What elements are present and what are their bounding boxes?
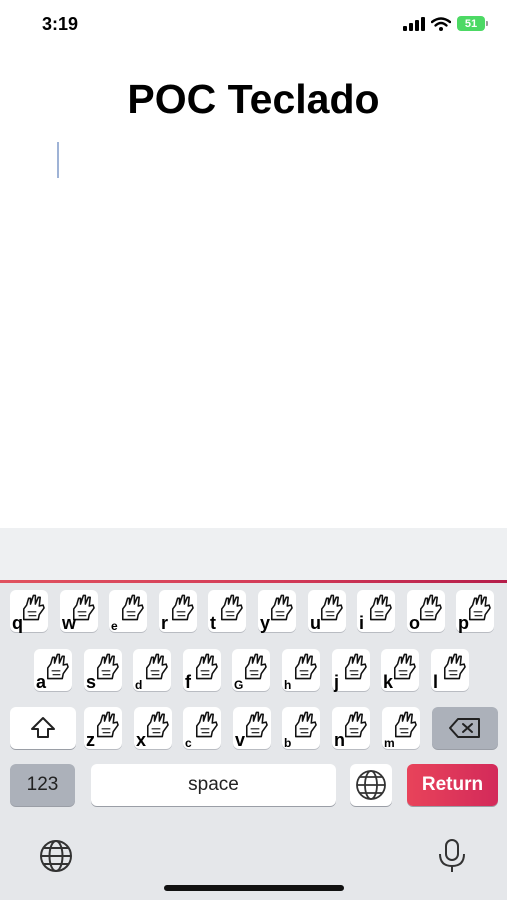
key-i[interactable]: i — [357, 590, 395, 632]
key-s[interactable]: s — [84, 649, 122, 691]
key-d[interactable]: d — [133, 649, 171, 691]
key-label: i — [359, 613, 365, 633]
key-label: m — [384, 736, 395, 750]
space-key[interactable]: space — [91, 764, 336, 806]
key-label: p — [458, 613, 469, 633]
text-cursor[interactable] — [57, 142, 59, 178]
hand-sign-icon — [443, 653, 466, 680]
battery-level: 51 — [464, 17, 478, 30]
key-v[interactable]: v — [233, 707, 271, 749]
key-label: u — [310, 613, 321, 633]
key-o[interactable]: o — [407, 590, 445, 632]
key-q[interactable]: q — [10, 590, 48, 632]
hand-sign-icon — [294, 653, 317, 680]
key-label: o — [409, 613, 420, 633]
status-bar: 3:19 51 — [0, 0, 507, 50]
key-h[interactable]: h — [282, 649, 320, 691]
hand-sign-icon — [220, 594, 243, 621]
key-e[interactable]: e — [109, 590, 147, 632]
numbers-key[interactable]: 123 — [10, 764, 75, 806]
key-y[interactable]: y — [258, 590, 296, 632]
key-g[interactable]: G — [232, 649, 270, 691]
key-f[interactable]: f — [183, 649, 221, 691]
key-label: G — [234, 678, 244, 692]
key-b[interactable]: b — [282, 707, 320, 749]
key-label: r — [161, 613, 169, 633]
signal-icon — [403, 16, 425, 31]
keyboard: q w e r t y u i o p a s d f Gh j k l z x c v b n m 123 space Ret… — [0, 528, 507, 900]
key-k[interactable]: k — [381, 649, 419, 691]
battery-indicator: 51 — [457, 16, 488, 31]
hand-sign-icon — [244, 653, 267, 680]
hand-sign-icon — [394, 711, 417, 738]
key-label: h — [284, 678, 292, 692]
shift-icon — [31, 717, 55, 738]
key-c[interactable]: c — [183, 707, 221, 749]
globe-icon — [356, 770, 386, 800]
keyboard-switch-button[interactable] — [38, 838, 74, 879]
page-title: POC Teclado — [127, 76, 380, 122]
wifi-icon — [431, 16, 451, 31]
key-label: c — [185, 736, 192, 750]
home-indicator[interactable] — [164, 885, 344, 891]
key-label: v — [235, 730, 246, 750]
key-label: f — [185, 672, 191, 692]
key-label: j — [334, 672, 340, 692]
globe-key[interactable] — [350, 764, 392, 806]
key-label: w — [62, 613, 77, 633]
key-z[interactable]: z — [84, 707, 122, 749]
hand-sign-icon — [96, 711, 119, 738]
hand-sign-icon — [121, 594, 144, 621]
shift-key[interactable] — [10, 707, 76, 749]
microphone-icon — [439, 839, 465, 872]
key-label: s — [86, 672, 97, 692]
key-label: x — [136, 730, 147, 750]
key-label: n — [334, 730, 345, 750]
dictation-button[interactable] — [437, 838, 467, 879]
status-icons: 51 — [403, 16, 488, 31]
key-j[interactable]: j — [332, 649, 370, 691]
status-time: 3:19 — [42, 14, 79, 34]
key-r[interactable]: r — [159, 590, 197, 632]
key-label: z — [86, 730, 95, 750]
key-x[interactable]: x — [134, 707, 172, 749]
key-n[interactable]: n — [332, 707, 370, 749]
hand-sign-icon — [195, 711, 218, 738]
key-label: k — [383, 672, 394, 692]
backspace-icon — [449, 718, 480, 738]
key-label: d — [135, 678, 143, 692]
key-label: y — [260, 613, 271, 633]
key-a[interactable]: a — [34, 649, 72, 691]
key-label: q — [12, 613, 23, 633]
hand-sign-icon — [145, 653, 168, 680]
keyboard-accent-line — [0, 580, 507, 583]
key-label: e — [111, 619, 118, 633]
backspace-key[interactable] — [432, 707, 498, 749]
key-w[interactable]: w — [60, 590, 98, 632]
key-label: b — [284, 736, 292, 750]
key-label: a — [36, 672, 47, 692]
hand-sign-icon — [344, 653, 367, 680]
return-key[interactable]: Return — [407, 764, 498, 806]
key-l[interactable]: l — [431, 649, 469, 691]
key-label: l — [433, 672, 439, 692]
hand-sign-icon — [369, 594, 392, 621]
hand-sign-icon — [294, 711, 317, 738]
key-p[interactable]: p — [456, 590, 494, 632]
key-m[interactable]: m — [382, 707, 420, 749]
key-t[interactable]: t — [208, 590, 246, 632]
key-u[interactable]: u — [308, 590, 346, 632]
key-label: t — [210, 613, 216, 633]
hand-sign-icon — [195, 653, 218, 680]
hand-sign-icon — [171, 594, 194, 621]
keyboard-suggestion-bar — [0, 528, 507, 581]
globe-icon — [40, 840, 72, 872]
